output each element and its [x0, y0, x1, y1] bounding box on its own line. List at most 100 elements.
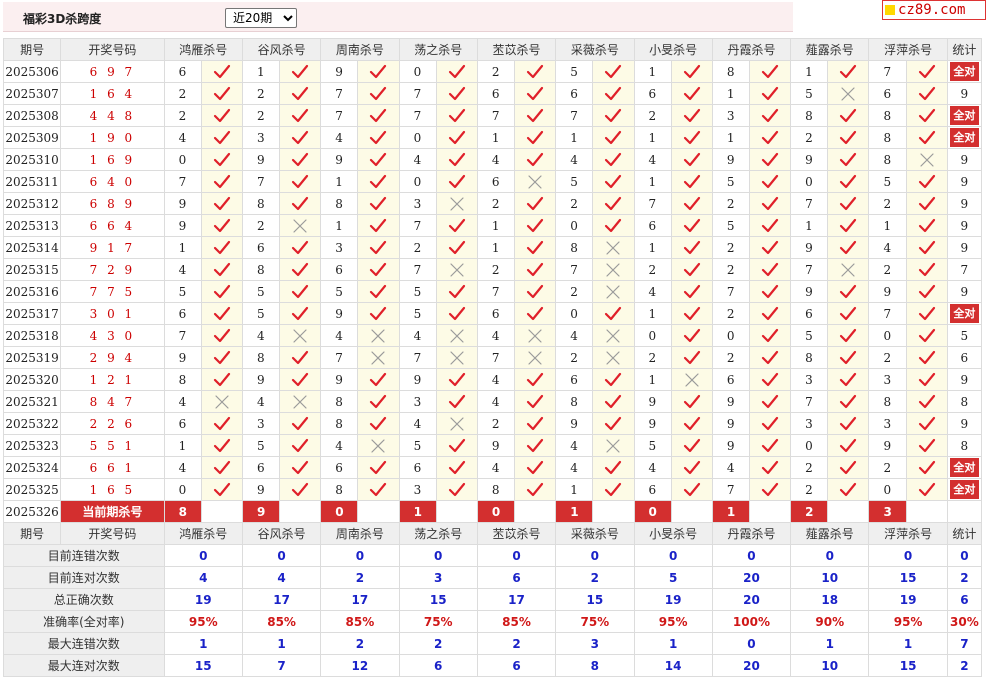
stats-row: 最大连错次数 1 1 2 2 2 3 1 0 1 1 7	[3, 632, 983, 655]
column-header-expert: 谷风杀号	[241, 522, 322, 545]
kill-digit: 5	[241, 434, 281, 457]
stats-value: 15	[398, 588, 478, 611]
kill-digit: 1	[555, 126, 594, 149]
period-select[interactable]: 近20期	[225, 8, 297, 28]
check-icon	[213, 262, 230, 276]
cross-icon	[606, 328, 621, 343]
check-icon	[918, 108, 935, 122]
result-mark	[905, 280, 948, 303]
result-mark	[514, 214, 557, 237]
check-icon	[526, 218, 544, 232]
check-icon	[918, 350, 935, 364]
kill-digit: 7	[633, 192, 672, 215]
issue-number: 2025310	[2, 148, 62, 171]
stat-cell: 全对	[946, 302, 983, 325]
result-mark	[592, 214, 635, 237]
stats-value: 17	[241, 588, 322, 611]
result-mark	[279, 236, 322, 259]
stats-label: 最大连错次数	[3, 632, 165, 655]
kill-digit: 6	[711, 368, 750, 391]
result-mark	[670, 302, 713, 325]
kill-digit: 9	[163, 192, 202, 215]
result-mark	[279, 346, 322, 369]
check-icon	[370, 416, 387, 430]
result-mark	[592, 148, 635, 171]
stats-value: 0	[790, 544, 870, 567]
all-correct-badge: 全对	[949, 458, 979, 477]
stats-value: 19	[163, 588, 243, 611]
kill-digit: 6	[790, 302, 829, 325]
current-kill-blank	[435, 500, 478, 523]
kill-digit: 1	[711, 82, 750, 105]
kill-digit: 9	[163, 346, 202, 369]
table-row: 2025319 2 9 49 8 7 7 7 2 2 2 8 2 6	[2, 346, 983, 369]
result-mark	[435, 82, 478, 105]
result-mark	[357, 324, 400, 347]
check-icon	[605, 306, 622, 320]
result-mark	[905, 324, 948, 347]
stats-value: 100%	[711, 610, 792, 633]
kill-digit: 9	[711, 412, 750, 435]
check-icon	[605, 460, 622, 474]
kill-digit: 8	[476, 478, 516, 501]
stat-cell: 9	[946, 412, 983, 435]
kill-digit: 0	[555, 302, 594, 325]
result-mark	[670, 346, 713, 369]
table-row: 2025322 2 2 66 3 8 4 2 9 9 9 3 3 9	[2, 412, 983, 435]
check-icon	[292, 174, 309, 188]
check-icon	[683, 460, 700, 474]
check-icon	[213, 306, 230, 320]
result-mark	[827, 478, 870, 501]
check-icon	[840, 218, 857, 232]
result-mark	[435, 258, 478, 281]
check-icon	[683, 306, 700, 320]
draw-code: 2 9 4	[60, 346, 165, 369]
cross-icon	[528, 328, 542, 343]
issue-number: 2025325	[2, 478, 62, 501]
column-header-expert: 薤露杀号	[790, 522, 870, 545]
column-header-expert: 浮萍杀号	[868, 38, 948, 61]
result-mark	[905, 302, 948, 325]
result-mark	[592, 126, 635, 149]
check-icon	[605, 482, 622, 496]
kill-digit: 1	[476, 236, 516, 259]
kill-digit: 3	[790, 412, 829, 435]
result-mark	[435, 346, 478, 369]
result-mark	[905, 412, 948, 435]
table-row: 2025318 4 3 07 4 4 4 4 4 0 0 5 0 5	[2, 324, 983, 347]
result-mark	[592, 412, 635, 435]
stats-value: 18	[790, 588, 870, 611]
issue-number: 2025311	[2, 170, 62, 193]
kill-digit: 4	[320, 324, 359, 347]
result-mark	[200, 82, 243, 105]
result-mark	[670, 456, 713, 479]
cross-icon	[450, 328, 464, 343]
check-icon	[918, 218, 935, 232]
kill-digit: 9	[790, 280, 829, 303]
kill-digit: 5	[555, 170, 594, 193]
stats-value: 17	[476, 588, 557, 611]
cross-icon	[841, 86, 855, 101]
check-icon	[213, 438, 230, 452]
stats-value: 1	[163, 632, 243, 655]
result-mark	[592, 280, 635, 303]
check-icon	[292, 416, 309, 430]
result-mark	[435, 412, 478, 435]
draw-code: 4 3 0	[60, 324, 165, 347]
result-mark	[592, 346, 635, 369]
kill-digit: 3	[398, 192, 437, 215]
correct-count: 7	[960, 262, 969, 277]
check-icon	[683, 262, 700, 276]
kill-digit: 4	[633, 280, 672, 303]
kill-digit: 2	[476, 60, 516, 83]
stats-value: 0	[946, 544, 983, 567]
all-correct-badge: 全对	[949, 480, 979, 499]
kill-digit: 2	[790, 478, 829, 501]
result-mark	[592, 390, 635, 413]
table-row: 2025323 5 5 11 5 4 5 9 4 5 9 0 9 8	[2, 434, 983, 457]
check-icon	[840, 438, 857, 452]
check-icon	[370, 174, 387, 188]
check-icon	[292, 240, 309, 254]
site-logo[interactable]: cz89.com	[882, 0, 986, 20]
stat-cell: 6	[946, 346, 983, 369]
